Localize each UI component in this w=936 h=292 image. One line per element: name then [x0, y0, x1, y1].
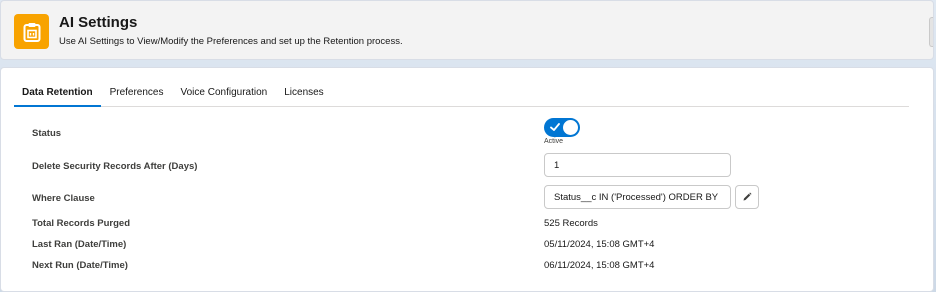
tab-voice-configuration[interactable]: Voice Configuration	[172, 80, 275, 106]
toggle-knob	[563, 120, 578, 135]
delete-after-label: Delete Security Records After (Days)	[32, 161, 198, 172]
clipboard-icon	[14, 14, 49, 49]
page: AI Settings Use AI Settings to View/Modi…	[0, 0, 936, 292]
last-ran-value: 05/11/2024, 15:08 GMT+4	[544, 239, 655, 250]
page-title: AI Settings	[59, 14, 138, 31]
settings-card: Data Retention Preferences Voice Configu…	[0, 67, 934, 292]
tab-bar: Data Retention Preferences Voice Configu…	[14, 80, 909, 107]
next-run-value: 06/11/2024, 15:08 GMT+4	[544, 260, 655, 271]
pencil-icon	[743, 192, 752, 201]
status-toggle[interactable]	[544, 118, 580, 137]
status-toggle-caption: Active	[544, 138, 564, 145]
total-purged-label: Total Records Purged	[32, 218, 131, 229]
tab-data-retention[interactable]: Data Retention	[14, 80, 101, 107]
status-label: Status	[32, 128, 62, 139]
page-subtitle: Use AI Settings to View/Modify the Prefe…	[59, 36, 403, 47]
tab-preferences[interactable]: Preferences	[102, 80, 172, 106]
tab-licenses[interactable]: Licenses	[276, 80, 331, 106]
total-purged-value: 525 Records	[544, 218, 598, 229]
edit-where-clause-button[interactable]	[735, 185, 759, 209]
where-clause-input[interactable]	[544, 185, 731, 209]
header-action-edge[interactable]	[929, 17, 933, 47]
delete-after-input[interactable]	[544, 153, 731, 177]
next-run-label: Next Run (Date/Time)	[32, 260, 128, 271]
check-icon	[550, 123, 560, 131]
where-clause-label: Where Clause	[32, 193, 95, 204]
page-header: AI Settings Use AI Settings to View/Modi…	[0, 0, 934, 60]
last-ran-label: Last Ran (Date/Time)	[32, 239, 127, 250]
